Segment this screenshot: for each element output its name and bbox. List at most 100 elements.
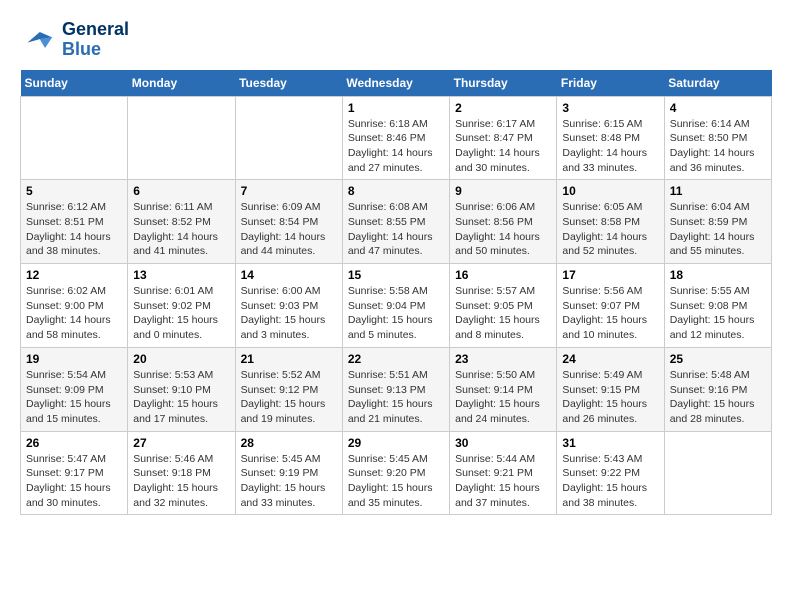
day-cell: 13 Sunrise: 6:01 AM Sunset: 9:02 PM Dayli… [128,264,235,348]
day-cell: 11 Sunrise: 6:04 AM Sunset: 8:59 PM Dayli… [664,180,771,264]
day-cell: 18Sunrise: 5:55 AM Sunset: 9:08 PM Dayli… [664,264,771,348]
day-cell: 23 Sunrise: 5:50 AM Sunset: 9:14 PM Dayli… [450,347,557,431]
day-cell: 2 Sunrise: 6:17 AM Sunset: 8:47 PM Daylig… [450,96,557,180]
day-number: 17 [562,268,658,282]
day-info: Sunrise: 6:17 AM Sunset: 8:47 PM Dayligh… [455,117,551,176]
day-number: 4 [670,101,766,115]
day-cell [128,96,235,180]
day-info: Sunrise: 5:49 AM Sunset: 9:15 PM Dayligh… [562,368,658,427]
logo-text: General Blue [62,20,129,60]
header-row: SundayMondayTuesdayWednesdayThursdayFrid… [21,70,772,97]
day-number: 9 [455,184,551,198]
day-info: Sunrise: 6:00 AM Sunset: 9:03 PM Dayligh… [241,284,337,343]
day-cell: 1 Sunrise: 6:18 AM Sunset: 8:46 PM Daylig… [342,96,449,180]
day-number: 26 [26,436,122,450]
day-number: 2 [455,101,551,115]
day-cell: 6 Sunrise: 6:11 AM Sunset: 8:52 PM Daylig… [128,180,235,264]
day-number: 10 [562,184,658,198]
day-info: Sunrise: 5:47 AM Sunset: 9:17 PM Dayligh… [26,452,122,511]
day-info: Sunrise: 5:44 AM Sunset: 9:21 PM Dayligh… [455,452,551,511]
day-info: Sunrise: 5:45 AM Sunset: 9:19 PM Dayligh… [241,452,337,511]
day-cell: 21 Sunrise: 5:52 AM Sunset: 9:12 PM Dayli… [235,347,342,431]
day-cell: 29Sunrise: 5:45 AM Sunset: 9:20 PM Dayli… [342,431,449,515]
day-number: 1 [348,101,444,115]
day-info: Sunrise: 6:06 AM Sunset: 8:56 PM Dayligh… [455,200,551,259]
day-info: Sunrise: 5:46 AM Sunset: 9:18 PM Dayligh… [133,452,229,511]
week-row-4: 19 Sunrise: 5:54 AM Sunset: 9:09 PM Dayli… [21,347,772,431]
day-number: 3 [562,101,658,115]
day-number: 31 [562,436,658,450]
day-number: 20 [133,352,229,366]
day-info: Sunrise: 6:09 AM Sunset: 8:54 PM Dayligh… [241,200,337,259]
day-number: 13 [133,268,229,282]
day-number: 7 [241,184,337,198]
day-header-tuesday: Tuesday [235,70,342,97]
week-row-3: 12 Sunrise: 6:02 AM Sunset: 9:00 PM Dayli… [21,264,772,348]
day-number: 30 [455,436,551,450]
day-info: Sunrise: 5:51 AM Sunset: 9:13 PM Dayligh… [348,368,444,427]
week-row-5: 26 Sunrise: 5:47 AM Sunset: 9:17 PM Dayli… [21,431,772,515]
day-number: 21 [241,352,337,366]
day-cell [664,431,771,515]
logo-icon [20,25,56,55]
day-cell: 8Sunrise: 6:08 AM Sunset: 8:55 PM Daylig… [342,180,449,264]
day-number: 15 [348,268,444,282]
day-cell: 16Sunrise: 5:57 AM Sunset: 9:05 PM Dayli… [450,264,557,348]
day-number: 27 [133,436,229,450]
day-cell: 25 Sunrise: 5:48 AM Sunset: 9:16 PM Dayli… [664,347,771,431]
day-info: Sunrise: 6:18 AM Sunset: 8:46 PM Dayligh… [348,117,444,176]
day-number: 22 [348,352,444,366]
day-cell: 9 Sunrise: 6:06 AM Sunset: 8:56 PM Daylig… [450,180,557,264]
day-cell [21,96,128,180]
day-cell: 7 Sunrise: 6:09 AM Sunset: 8:54 PM Daylig… [235,180,342,264]
day-info: Sunrise: 5:43 AM Sunset: 9:22 PM Dayligh… [562,452,658,511]
day-info: Sunrise: 6:14 AM Sunset: 8:50 PM Dayligh… [670,117,766,176]
day-number: 19 [26,352,122,366]
day-number: 6 [133,184,229,198]
calendar-table: SundayMondayTuesdayWednesdayThursdayFrid… [20,70,772,516]
day-info: Sunrise: 5:48 AM Sunset: 9:16 PM Dayligh… [670,368,766,427]
day-header-monday: Monday [128,70,235,97]
day-cell: 4 Sunrise: 6:14 AM Sunset: 8:50 PM Daylig… [664,96,771,180]
day-cell: 24 Sunrise: 5:49 AM Sunset: 9:15 PM Dayli… [557,347,664,431]
day-cell: 28 Sunrise: 5:45 AM Sunset: 9:19 PM Dayli… [235,431,342,515]
day-cell: 19 Sunrise: 5:54 AM Sunset: 9:09 PM Dayli… [21,347,128,431]
day-cell: 14 Sunrise: 6:00 AM Sunset: 9:03 PM Dayli… [235,264,342,348]
day-info: Sunrise: 6:15 AM Sunset: 8:48 PM Dayligh… [562,117,658,176]
day-info: Sunrise: 6:05 AM Sunset: 8:58 PM Dayligh… [562,200,658,259]
page-header: General Blue [20,20,772,60]
day-cell [235,96,342,180]
day-info: Sunrise: 5:50 AM Sunset: 9:14 PM Dayligh… [455,368,551,427]
day-info: Sunrise: 5:52 AM Sunset: 9:12 PM Dayligh… [241,368,337,427]
day-header-thursday: Thursday [450,70,557,97]
day-header-saturday: Saturday [664,70,771,97]
day-number: 28 [241,436,337,450]
day-header-friday: Friday [557,70,664,97]
day-number: 14 [241,268,337,282]
day-number: 16 [455,268,551,282]
logo: General Blue [20,20,129,60]
day-number: 12 [26,268,122,282]
week-row-1: 1 Sunrise: 6:18 AM Sunset: 8:46 PM Daylig… [21,96,772,180]
week-row-2: 5Sunrise: 6:12 AM Sunset: 8:51 PM Daylig… [21,180,772,264]
day-number: 24 [562,352,658,366]
day-cell: 31 Sunrise: 5:43 AM Sunset: 9:22 PM Dayli… [557,431,664,515]
day-cell: 5Sunrise: 6:12 AM Sunset: 8:51 PM Daylig… [21,180,128,264]
day-cell: 27 Sunrise: 5:46 AM Sunset: 9:18 PM Dayli… [128,431,235,515]
day-cell: 3 Sunrise: 6:15 AM Sunset: 8:48 PM Daylig… [557,96,664,180]
day-info: Sunrise: 6:11 AM Sunset: 8:52 PM Dayligh… [133,200,229,259]
day-cell: 10 Sunrise: 6:05 AM Sunset: 8:58 PM Dayli… [557,180,664,264]
day-info: Sunrise: 6:02 AM Sunset: 9:00 PM Dayligh… [26,284,122,343]
day-header-sunday: Sunday [21,70,128,97]
day-info: Sunrise: 6:04 AM Sunset: 8:59 PM Dayligh… [670,200,766,259]
day-header-wednesday: Wednesday [342,70,449,97]
day-info: Sunrise: 6:12 AM Sunset: 8:51 PM Dayligh… [26,200,122,259]
day-info: Sunrise: 5:58 AM Sunset: 9:04 PM Dayligh… [348,284,444,343]
day-number: 25 [670,352,766,366]
day-info: Sunrise: 6:08 AM Sunset: 8:55 PM Dayligh… [348,200,444,259]
day-cell: 17Sunrise: 5:56 AM Sunset: 9:07 PM Dayli… [557,264,664,348]
day-info: Sunrise: 6:01 AM Sunset: 9:02 PM Dayligh… [133,284,229,343]
day-info: Sunrise: 5:54 AM Sunset: 9:09 PM Dayligh… [26,368,122,427]
day-number: 11 [670,184,766,198]
day-number: 23 [455,352,551,366]
